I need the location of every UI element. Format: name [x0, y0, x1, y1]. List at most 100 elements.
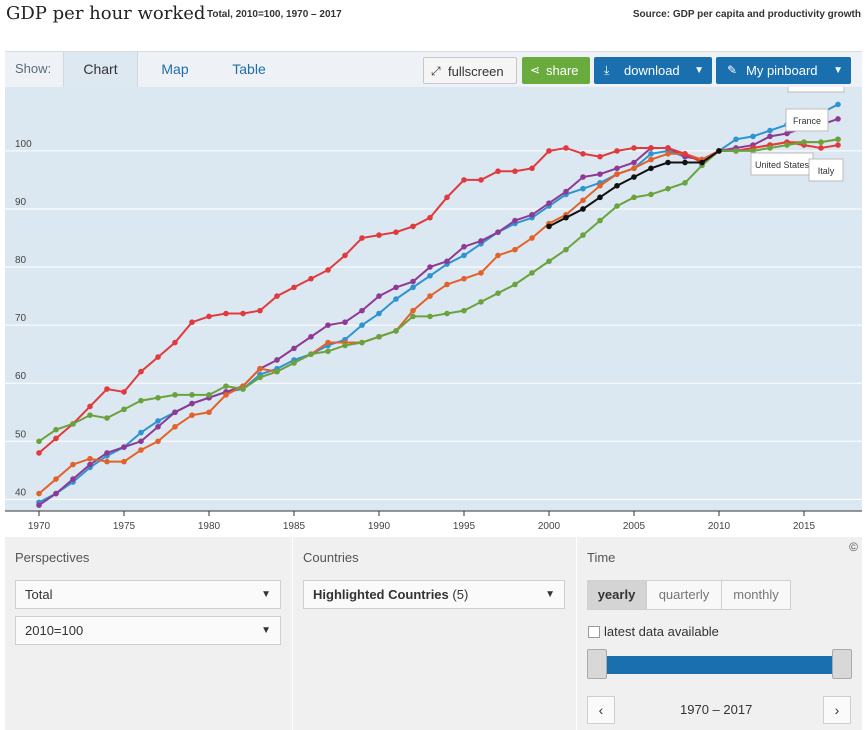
data-point[interactable] — [155, 438, 161, 445]
data-point[interactable] — [240, 310, 246, 317]
data-point[interactable] — [121, 389, 127, 395]
data-point[interactable] — [512, 281, 518, 288]
data-point[interactable] — [495, 229, 501, 236]
data-point[interactable] — [223, 383, 229, 389]
data-point[interactable] — [546, 200, 552, 206]
data-point[interactable] — [172, 392, 178, 398]
data-point[interactable] — [427, 313, 433, 320]
data-point[interactable] — [104, 415, 110, 421]
data-point[interactable] — [172, 339, 178, 346]
data-point[interactable] — [308, 333, 314, 340]
data-point[interactable] — [410, 223, 416, 230]
data-point[interactable] — [308, 351, 314, 357]
data-point[interactable] — [512, 168, 518, 175]
data-point[interactable] — [325, 267, 331, 273]
data-point[interactable] — [461, 243, 467, 250]
data-point[interactable] — [342, 342, 348, 349]
fullscreen-button[interactable]: ⤢ fullscreen — [423, 57, 517, 84]
data-point[interactable] — [376, 293, 382, 299]
data-point[interactable] — [393, 296, 399, 302]
data-point[interactable] — [648, 145, 654, 151]
data-point[interactable] — [291, 284, 297, 291]
data-point[interactable] — [138, 368, 144, 375]
data-point[interactable] — [36, 502, 42, 508]
data-point[interactable] — [665, 159, 671, 166]
data-point[interactable] — [376, 310, 382, 317]
data-point[interactable] — [36, 450, 42, 456]
data-point[interactable] — [155, 354, 161, 360]
data-point[interactable] — [835, 101, 841, 108]
data-point[interactable] — [461, 307, 467, 314]
data-point[interactable] — [427, 293, 433, 299]
data-point[interactable] — [240, 386, 246, 392]
data-point[interactable] — [818, 139, 824, 145]
data-point[interactable] — [478, 177, 484, 183]
data-point[interactable] — [631, 145, 637, 151]
data-point[interactable] — [682, 159, 688, 166]
data-point[interactable] — [70, 461, 76, 468]
data-point[interactable] — [121, 458, 127, 465]
baseline-select[interactable]: 2010=100 ▼ — [15, 616, 281, 645]
source-link[interactable]: Source: GDP per capita and productivity … — [633, 9, 861, 20]
data-point[interactable] — [461, 252, 467, 259]
data-point[interactable] — [257, 365, 263, 372]
data-point[interactable] — [206, 392, 212, 398]
data-point[interactable] — [223, 392, 229, 398]
data-point[interactable] — [274, 368, 280, 375]
data-point[interactable] — [189, 412, 195, 418]
data-point[interactable] — [546, 148, 552, 154]
data-point[interactable] — [495, 252, 501, 259]
tab-chart[interactable]: Chart — [63, 52, 138, 88]
data-point[interactable] — [138, 397, 144, 404]
data-point[interactable] — [478, 238, 484, 244]
data-point[interactable] — [87, 461, 93, 468]
data-point[interactable] — [461, 275, 467, 282]
data-point[interactable] — [835, 142, 841, 148]
data-point[interactable] — [784, 130, 790, 137]
data-point[interactable] — [291, 360, 297, 366]
data-point[interactable] — [529, 165, 535, 172]
data-point[interactable] — [580, 185, 586, 192]
data-point[interactable] — [189, 319, 195, 326]
data-point[interactable] — [376, 232, 382, 238]
latest-data-checkbox[interactable] — [588, 626, 600, 638]
data-point[interactable] — [274, 293, 280, 299]
perspective-select[interactable]: Total ▼ — [15, 580, 281, 609]
data-point[interactable] — [70, 421, 76, 427]
data-point[interactable] — [546, 258, 552, 265]
data-point[interactable] — [104, 458, 110, 465]
data-point[interactable] — [682, 180, 688, 186]
data-point[interactable] — [444, 281, 450, 288]
data-point[interactable] — [444, 310, 450, 317]
data-point[interactable] — [410, 284, 416, 291]
data-point[interactable] — [410, 307, 416, 314]
data-point[interactable] — [138, 447, 144, 453]
data-point[interactable] — [53, 490, 59, 497]
data-point[interactable] — [189, 392, 195, 398]
data-point[interactable] — [393, 328, 399, 334]
data-point[interactable] — [784, 142, 790, 148]
data-point[interactable] — [206, 409, 212, 416]
data-point[interactable] — [155, 418, 161, 424]
data-point[interactable] — [393, 284, 399, 291]
data-point[interactable] — [274, 357, 280, 363]
data-point[interactable] — [580, 174, 586, 180]
data-point[interactable] — [631, 174, 637, 180]
data-point[interactable] — [461, 177, 467, 183]
data-point[interactable] — [138, 438, 144, 445]
data-point[interactable] — [257, 307, 263, 314]
slider-handle-end[interactable] — [832, 649, 852, 679]
data-point[interactable] — [87, 455, 93, 462]
data-point[interactable] — [257, 374, 263, 381]
data-point[interactable] — [699, 159, 705, 166]
data-point[interactable] — [665, 185, 671, 192]
data-point[interactable] — [614, 182, 620, 189]
data-point[interactable] — [665, 145, 671, 151]
data-point[interactable] — [393, 229, 399, 236]
data-point[interactable] — [563, 145, 569, 151]
share-button[interactable]: ⋖ share — [522, 57, 590, 84]
data-point[interactable] — [529, 211, 535, 218]
countries-select[interactable]: Highlighted Countries (5) ▼ — [303, 580, 565, 609]
data-point[interactable] — [53, 476, 59, 482]
data-point[interactable] — [325, 322, 331, 328]
